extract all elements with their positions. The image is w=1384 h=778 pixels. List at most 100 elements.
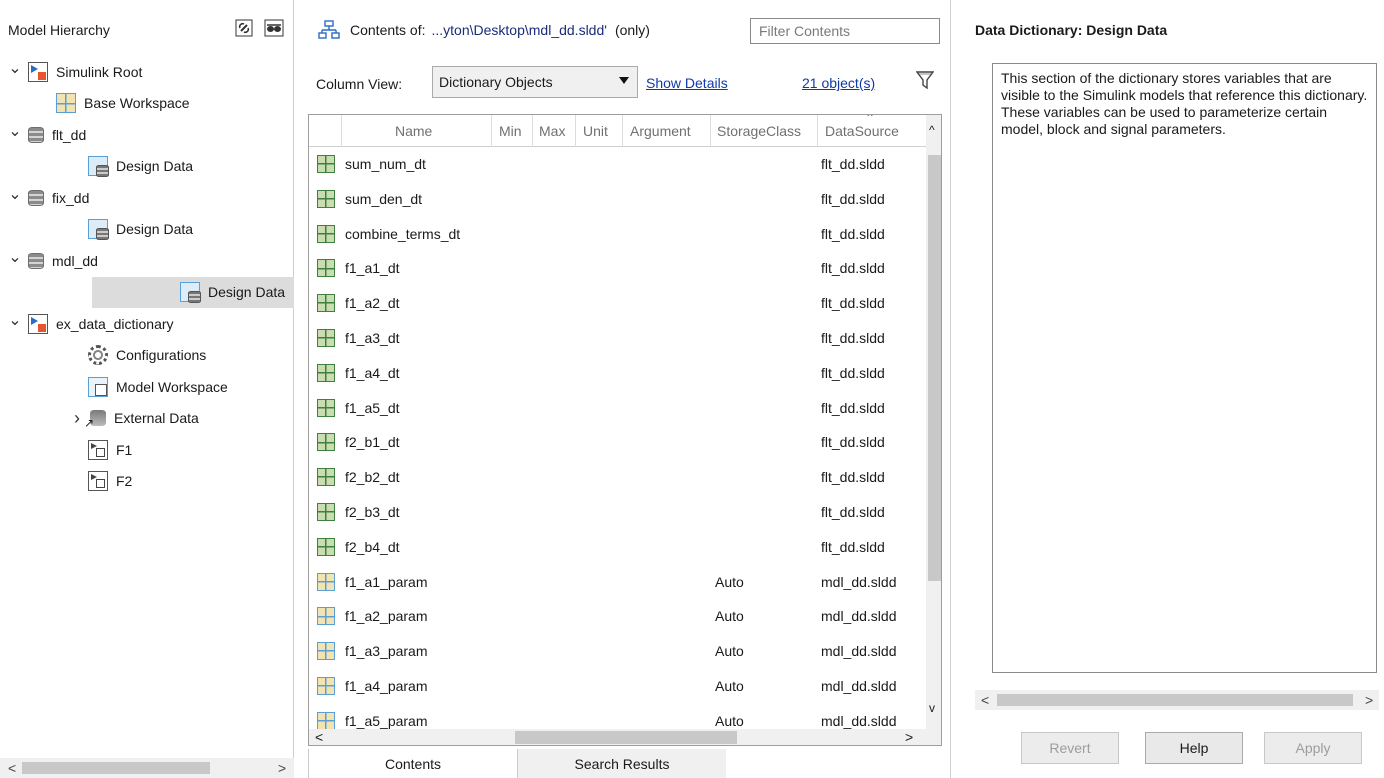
table-row[interactable]: f1_a3_param Auto mdl_dd.sldd [309,635,926,670]
cell-name[interactable]: sum_num_dt [345,156,426,172]
table-row[interactable]: f1_a4_param Auto mdl_dd.sldd [309,670,926,705]
tree-item[interactable]: Design Data [0,151,294,183]
column-header-max[interactable]: Max [539,123,565,139]
column-view-select[interactable]: Dictionary Objects [432,66,638,98]
tree-item[interactable]: Model Workspace [0,371,294,403]
table-row[interactable]: f1_a4_dt flt_dd.sldd [309,357,926,392]
object-count-link[interactable]: 21 object(s) [802,75,875,91]
tree-item[interactable]: F2 [0,466,294,498]
scrollbar-thumb[interactable] [997,694,1353,706]
apply-button[interactable]: Apply [1264,732,1362,764]
scrollbar-thumb[interactable] [515,731,737,744]
parameter-icon [317,572,335,591]
table-row[interactable]: f1_a3_dt flt_dd.sldd [309,322,926,357]
scrollbar-thumb[interactable] [22,762,210,774]
cell-name[interactable]: f1_a4_dt [345,365,400,381]
table-row[interactable]: f1_a1_param Auto mdl_dd.sldd [309,566,926,601]
column-header-min[interactable]: Min [499,123,522,139]
scroll-left-icon[interactable]: < [981,692,989,708]
cell-storage-class[interactable]: Auto [715,713,744,729]
table-row[interactable]: f2_b3_dt flt_dd.sldd [309,496,926,531]
scroll-right-icon[interactable]: > [905,729,913,745]
chevron-down-icon[interactable]: ⌄ [8,121,22,141]
cell-storage-class[interactable]: Auto [715,643,744,659]
model-hierarchy-pane: Model Hierarchy ⌄ Simulink Root Base Works… [0,0,301,778]
tree-item[interactable]: Base Workspace [0,88,294,120]
column-header-storageclass[interactable]: StorageClass [717,123,801,139]
tree-item[interactable]: ⌄ flt_dd [0,119,294,151]
cell-name[interactable]: f1_a2_param [345,608,428,624]
table-row[interactable]: f2_b1_dt flt_dd.sldd [309,426,926,461]
tree-item[interactable]: › External Data [0,403,294,435]
tree-item[interactable]: Design Data [92,276,294,308]
filter-funnel-icon[interactable] [915,70,935,93]
table-row[interactable]: f1_a5_dt flt_dd.sldd [309,392,926,427]
tab-contents[interactable]: Contents [308,749,518,778]
cell-name[interactable]: f1_a4_param [345,678,428,694]
cell-name[interactable]: f2_b3_dt [345,504,400,520]
cell-name[interactable]: f1_a2_dt [345,295,400,311]
chevron-down-icon[interactable]: ⌄ [8,310,22,330]
scroll-up-icon[interactable]: ^ [929,123,935,137]
table-row[interactable]: f2_b2_dt flt_dd.sldd [309,461,926,496]
cell-name[interactable]: f2_b2_dt [345,469,400,485]
column-header-name[interactable]: Name [395,123,432,139]
cell-storage-class[interactable]: Auto [715,678,744,694]
cell-name[interactable]: f1_a1_param [345,574,428,590]
column-header-unit[interactable]: Unit [583,123,608,139]
help-button[interactable]: Help [1145,732,1243,764]
glasses-icon[interactable] [263,18,285,38]
hierarchy-view-icon[interactable] [318,20,340,40]
details-horizontal-scrollbar[interactable]: < > [975,690,1379,710]
tree-item[interactable]: ⌄ mdl_dd [0,245,294,277]
tree-item[interactable]: Configurations [0,340,294,372]
scroll-right-icon[interactable]: > [278,760,286,776]
cell-name[interactable]: combine_terms_dt [345,226,460,242]
column-header-datasource[interactable]: DataSource [825,123,899,139]
tree-item-label: External Data [114,410,199,427]
cell-name[interactable]: f1_a5_dt [345,400,400,416]
link-icon[interactable] [233,18,255,38]
table-horizontal-scrollbar[interactable]: < > [309,729,941,745]
cell-data-source: flt_dd.sldd [821,399,885,416]
tree-item[interactable]: F1 [0,434,294,466]
cell-name[interactable]: f1_a3_param [345,643,428,659]
table-row[interactable]: sum_num_dt flt_dd.sldd [309,148,926,183]
chevron-right-icon[interactable]: › [70,408,84,429]
chevron-down-icon[interactable]: ⌄ [8,58,22,78]
tree-item[interactable]: ⌄ ex_data_dictionary [0,308,294,340]
table-vertical-scrollbar[interactable]: ^ v [926,115,941,729]
table-row[interactable]: sum_den_dt flt_dd.sldd [309,183,926,218]
table-row[interactable]: f1_a1_dt flt_dd.sldd [309,252,926,287]
chevron-down-icon[interactable]: ⌄ [8,184,22,204]
table-row[interactable]: combine_terms_dt flt_dd.sldd [309,218,926,253]
hierarchy-horizontal-scrollbar[interactable]: < > [0,758,294,778]
scroll-down-icon[interactable]: v [929,701,935,715]
cell-name[interactable]: f1_a1_dt [345,260,400,276]
show-details-link[interactable]: Show Details [646,75,728,91]
table-row[interactable]: f2_b4_dt flt_dd.sldd [309,531,926,566]
filter-contents-input[interactable]: Filter Contents [750,18,940,44]
tree-item[interactable]: ⌄ Simulink Root [0,56,294,88]
cell-name[interactable]: sum_den_dt [345,191,422,207]
cell-name[interactable]: f2_b1_dt [345,434,400,450]
cell-name[interactable]: f1_a3_dt [345,330,400,346]
parameter-icon [317,607,335,626]
table-row[interactable]: f1_a2_param Auto mdl_dd.sldd [309,600,926,635]
scroll-left-icon[interactable]: < [315,729,323,745]
table-row[interactable]: f1_a2_dt flt_dd.sldd [309,287,926,322]
cell-name[interactable]: f1_a5_param [345,713,428,729]
column-header-argument[interactable]: Argument [630,123,691,139]
cell-name[interactable]: f2_b4_dt [345,539,400,555]
tab-search-results[interactable]: Search Results [518,749,726,778]
cell-storage-class[interactable]: Auto [715,608,744,624]
dictionary-icon [28,189,44,206]
chevron-down-icon[interactable]: ⌄ [8,247,22,267]
cell-storage-class[interactable]: Auto [715,574,744,590]
scrollbar-thumb[interactable] [928,155,941,581]
scroll-left-icon[interactable]: < [8,760,16,776]
tree-item[interactable]: ⌄ fix_dd [0,182,294,214]
tree-item[interactable]: Design Data [0,214,294,246]
revert-button[interactable]: Revert [1021,732,1119,764]
scroll-right-icon[interactable]: > [1365,692,1373,708]
